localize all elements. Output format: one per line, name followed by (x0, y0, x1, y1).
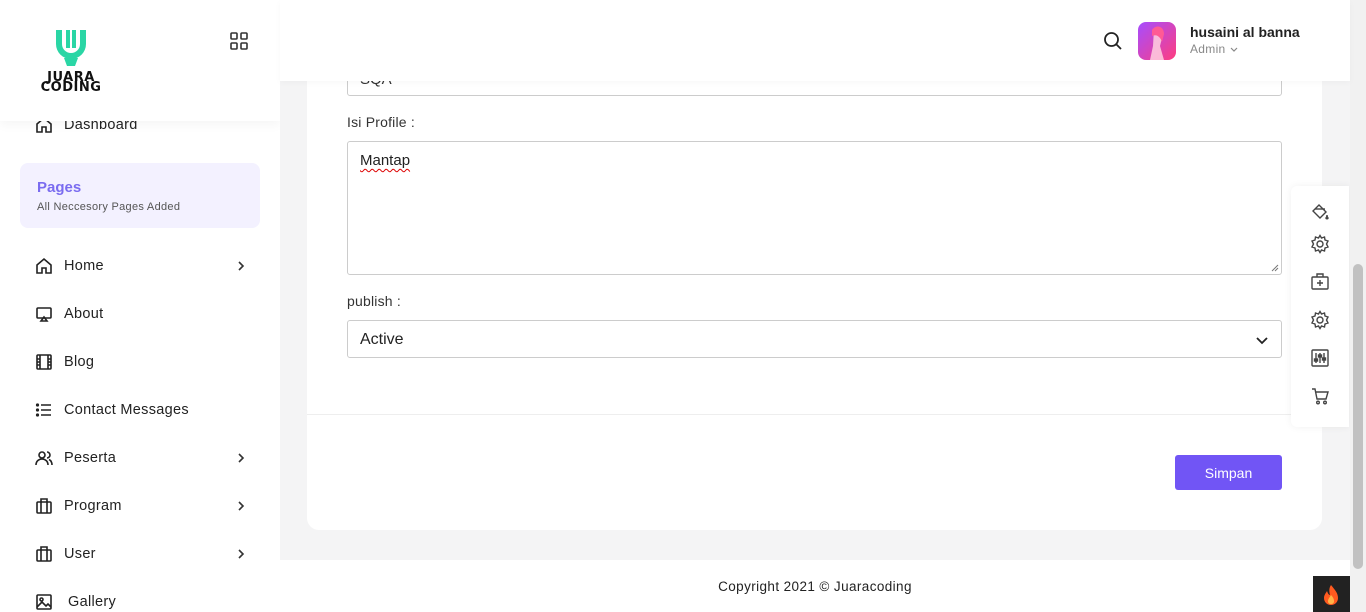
chevron-down-icon (1230, 47, 1238, 52)
form-card: SQA Isi Profile : Mantap publish : Activ… (307, 40, 1322, 530)
users-icon (34, 448, 54, 468)
flame-icon (1324, 585, 1338, 605)
chevron-right-icon (238, 453, 245, 463)
scrollbar-thumb[interactable] (1353, 264, 1363, 569)
profile-textarea[interactable]: Mantap (347, 141, 1282, 275)
publish-select[interactable]: Active (347, 320, 1282, 358)
profile-label: Isi Profile : (347, 114, 415, 130)
avatar[interactable] (1138, 22, 1176, 60)
chevron-down-icon (1256, 337, 1268, 345)
sidebar-item-label: Blog (64, 354, 95, 370)
sidebar-item-label: Contact Messages (64, 402, 189, 418)
fire-icon[interactable] (1313, 576, 1350, 612)
chevron-right-icon (238, 501, 245, 511)
paint-bucket-icon[interactable] (1310, 202, 1330, 222)
logo-area: JUARA CODING (0, 0, 280, 121)
home-icon (34, 256, 54, 276)
sidebar-item-label: User (64, 546, 96, 562)
logo-line2: CODING (40, 80, 102, 95)
sidebar-item-about[interactable]: About (34, 302, 254, 326)
sliders-icon[interactable] (1310, 348, 1330, 368)
gear-icon[interactable] (1310, 234, 1330, 254)
briefcase-icon (34, 544, 54, 564)
sidebar-item-home[interactable]: Home (34, 254, 254, 278)
sidebar-item-label: Peserta (64, 450, 117, 466)
sidebar-item-peserta[interactable]: Peserta (34, 446, 254, 470)
pages-section-title: Pages (37, 179, 82, 196)
gear-icon[interactable] (1310, 310, 1330, 330)
briefcase-icon (34, 496, 54, 516)
sidebar-item-blog[interactable]: Blog (34, 350, 254, 374)
medical-kit-icon[interactable] (1310, 272, 1330, 292)
sidebar-item-contact-messages[interactable]: Contact Messages (34, 398, 254, 422)
list-icon (34, 400, 54, 420)
publish-label: publish : (347, 293, 401, 309)
pages-section-subtitle: All Neccesory Pages Added (37, 201, 181, 213)
film-icon (34, 352, 54, 372)
sidebar-item-user[interactable]: User (34, 542, 254, 566)
shopping-cart-icon[interactable] (1310, 386, 1330, 406)
user-role: Admin (1190, 42, 1226, 56)
grid-menu-icon[interactable] (229, 31, 249, 51)
footer: Copyright 2021 © Juaracoding (280, 560, 1350, 612)
save-button[interactable]: Simpan (1175, 455, 1282, 490)
logo-text: JUARA CODING (34, 71, 108, 95)
sidebar-item-label: Gallery (68, 594, 117, 610)
user-role-dropdown[interactable]: Admin (1190, 42, 1238, 56)
settings-toolbar (1291, 186, 1349, 427)
search-icon[interactable] (1103, 31, 1123, 51)
sidebar-item-label: About (64, 306, 104, 322)
copyright-text: Copyright 2021 © Juaracoding (718, 579, 912, 594)
pages-section: Pages All Neccesory Pages Added (20, 163, 260, 228)
chevron-right-icon (238, 549, 245, 559)
sidebar: JUARA CODING Dashboard Pages All Necceso… (0, 0, 280, 612)
top-header: husaini al banna Admin (280, 0, 1350, 81)
image-icon (34, 592, 54, 612)
resize-handle-icon[interactable] (1271, 264, 1279, 272)
profile-textarea-value: Mantap (360, 152, 411, 169)
user-name: husaini al banna (1190, 24, 1300, 40)
sidebar-item-label: Home (64, 258, 104, 274)
monitor-icon (34, 304, 54, 324)
chevron-right-icon (238, 261, 245, 271)
divider (307, 414, 1322, 415)
sidebar-item-program[interactable]: Program (34, 494, 254, 518)
avatar-image-icon (1150, 26, 1164, 60)
sidebar-item-label: Program (64, 498, 122, 514)
page-scrollbar[interactable] (1350, 0, 1366, 612)
sidebar-item-gallery[interactable]: Gallery (34, 590, 254, 612)
publish-select-value: Active (360, 331, 404, 348)
